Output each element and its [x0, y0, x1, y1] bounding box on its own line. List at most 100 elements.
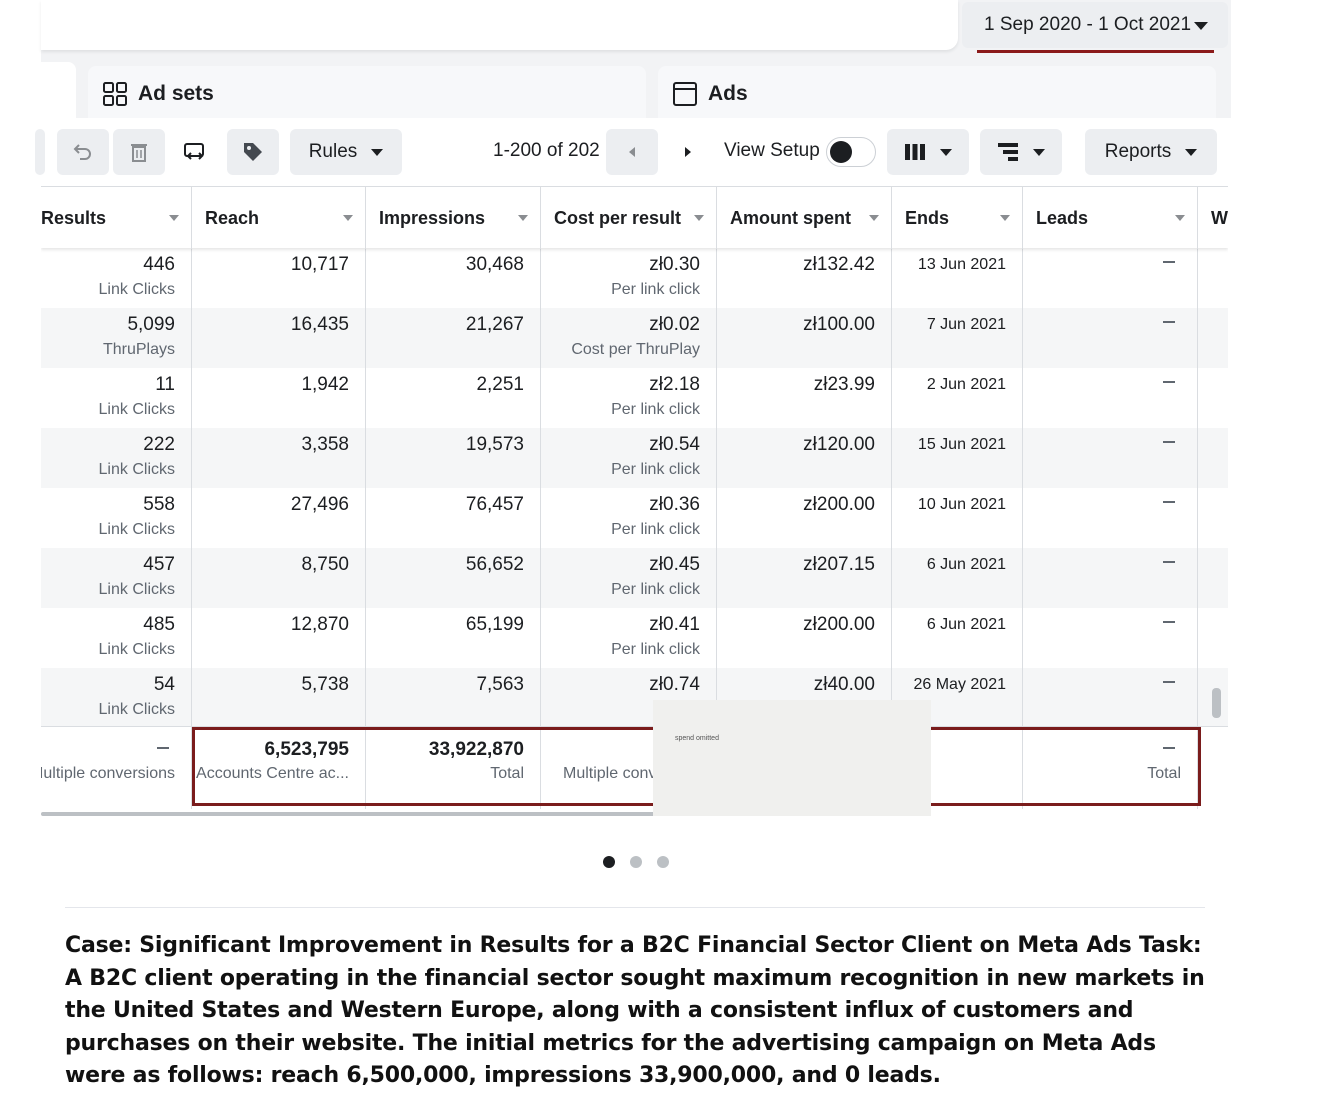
column-header-label: Impressions	[379, 207, 486, 228]
column-header-label: Leads	[1036, 207, 1089, 228]
carousel-dot-1[interactable]	[603, 856, 615, 868]
table-row[interactable]: 54Link Clicks5,7387,563zł0.74Per lirzł40…	[41, 668, 1228, 728]
cell-date: 26 May 2021	[913, 676, 1006, 693]
view-setup-label: View Setup	[724, 140, 820, 161]
cell-spent: zł23.99	[717, 368, 892, 428]
tab-ad-sets[interactable]: Ad sets	[88, 66, 646, 122]
search-bar[interactable]	[41, 0, 958, 50]
ads-table: Results Reach Impressions Cost per result Am…	[41, 186, 1228, 816]
cell-results: 5,099 ThruPlays	[41, 308, 192, 368]
reports-dropdown[interactable]: Reports	[1085, 129, 1217, 175]
cell-value: zł200.00	[803, 614, 875, 635]
table-row[interactable]: 222 Link Clicks 3,358 19,573 zł0.54 Per link …	[41, 428, 1228, 488]
column-header-impressions[interactable]: Impressions	[366, 187, 541, 249]
column-header-leads[interactable]: Leads	[1023, 187, 1198, 249]
cell-impressions: 21,267	[366, 308, 541, 368]
cell-impressions: 2,251	[366, 368, 541, 428]
cell-date: 13 Jun 2021	[917, 256, 1006, 273]
tab-ads[interactable]: Ads	[658, 66, 1216, 122]
next-page-button[interactable]	[662, 129, 714, 175]
table-row[interactable]: 558 Link Clicks 27,496 76,457 zł0.36 Per link…	[41, 488, 1228, 548]
cell-subtext: Per link click	[611, 461, 700, 478]
cell-leads	[1023, 368, 1198, 428]
cell-value: 1,942	[301, 374, 349, 395]
empty-dash-icon	[1163, 501, 1175, 503]
cell-impressions: 65,199	[366, 608, 541, 668]
cell-value: 21,267	[465, 314, 524, 335]
table-row[interactable]: 11 Link Clicks 1,942 2,251 zł2.18 Per link cl…	[41, 368, 1228, 428]
cell-reach: 3,358	[192, 428, 366, 488]
columns-button[interactable]	[887, 129, 969, 175]
total-cell-leads: Total	[1023, 727, 1198, 809]
empty-dash-icon	[1163, 561, 1175, 563]
cell-value: 2,251	[476, 374, 524, 395]
column-header-w[interactable]: W	[1198, 187, 1228, 249]
sort-arrow-icon[interactable]	[1175, 215, 1185, 221]
empty-dash-icon	[1163, 747, 1175, 749]
cell-value: 54	[153, 674, 175, 695]
cell-results: 485 Link Clicks	[41, 608, 192, 668]
tab-campaigns-stub[interactable]	[41, 62, 76, 122]
cell-w	[1198, 488, 1228, 548]
undo-button[interactable]	[57, 129, 109, 175]
cell-reach: 5,738	[192, 668, 366, 728]
tag-button[interactable]	[227, 129, 279, 175]
view-setup-toggle[interactable]	[826, 137, 876, 167]
cell-value: zł0.36	[649, 494, 700, 515]
duplicate-edit-icon	[184, 143, 204, 160]
cell-value: zł132.42	[803, 254, 875, 275]
sort-arrow-icon[interactable]	[343, 215, 353, 221]
columns-icon	[905, 144, 925, 160]
horizontal-scrollbar[interactable]	[41, 812, 661, 816]
cell-cost: zł0.45 Per link click	[541, 548, 717, 608]
column-header-ends[interactable]: Ends	[892, 187, 1023, 249]
total-cell-impressions: 33,922,870 Total	[366, 727, 541, 809]
cell-impressions: 30,468	[366, 248, 541, 308]
column-header-reach[interactable]: Reach	[192, 187, 366, 249]
date-range-picker[interactable]: 1 Sep 2020 - 1 Oct 2021	[962, 2, 1228, 48]
table-row[interactable]: 446 Link Clicks 10,717 30,468 zł0.30 Per link…	[41, 248, 1228, 308]
delete-button[interactable]	[113, 129, 165, 175]
sort-arrow-icon[interactable]	[694, 215, 704, 221]
cell-value: zł207.15	[803, 554, 875, 575]
cell-spent: zł200.00	[717, 608, 892, 668]
sort-arrow-icon[interactable]	[1000, 215, 1010, 221]
cell-leads	[1023, 488, 1198, 548]
cell-subtext: Link Clicks	[98, 281, 175, 298]
duplicate-edit-button[interactable]	[169, 129, 221, 175]
column-header-cost-per-result[interactable]: Cost per result	[541, 187, 717, 249]
toolbar-edge-button[interactable]	[35, 129, 45, 175]
rules-dropdown[interactable]: Rules	[290, 129, 402, 175]
prev-page-button[interactable]	[606, 129, 658, 175]
cell-spent: zł207.15	[717, 548, 892, 608]
breakdown-button[interactable]	[980, 129, 1062, 175]
table-row[interactable]: 5,099 ThruPlays 16,435 21,267 zł0.02 Cost per…	[41, 308, 1228, 368]
sort-arrow-icon[interactable]	[169, 215, 179, 221]
table-row[interactable]: 457 Link Clicks 8,750 56,652 zł0.45 Per link …	[41, 548, 1228, 608]
cell-value: zł0.74	[649, 674, 700, 695]
cell-value: 16,435	[290, 314, 349, 335]
column-header-results[interactable]: Results	[41, 187, 192, 249]
totals-row: Multiple conversions 6,523,795 Accounts Ce…	[41, 726, 1228, 809]
cell-impressions: 7,563	[366, 668, 541, 728]
sort-arrow-icon[interactable]	[518, 215, 528, 221]
tab-ad-sets-label: Ad sets	[138, 82, 214, 105]
cell-value: zł0.41	[649, 614, 700, 635]
cell-date: 6 Jun 2021	[926, 556, 1006, 573]
carousel-dot-2[interactable]	[630, 856, 642, 868]
cell-value: zł40.00	[813, 674, 875, 695]
table-row[interactable]: 485 Link Clicks 12,870 65,199 zł0.41 Per link…	[41, 608, 1228, 668]
cell-value: 56,652	[465, 554, 524, 575]
sort-arrow-icon[interactable]	[869, 215, 879, 221]
carousel-dot-3[interactable]	[657, 856, 669, 868]
cell-leads	[1023, 668, 1198, 728]
tag-icon	[244, 143, 262, 161]
case-caption: Case: Significant Improvement in Results…	[65, 933, 1205, 1088]
column-header-amount-spent[interactable]: Amount spent	[717, 187, 892, 249]
cell-value: 12,870	[290, 614, 349, 635]
reports-label: Reports	[1104, 141, 1172, 162]
cell-ends: 2 Jun 2021	[892, 368, 1023, 428]
cell-reach: 8,750	[192, 548, 366, 608]
cell-value: zł0.54	[649, 434, 700, 455]
vertical-scrollbar[interactable]	[1212, 688, 1221, 718]
